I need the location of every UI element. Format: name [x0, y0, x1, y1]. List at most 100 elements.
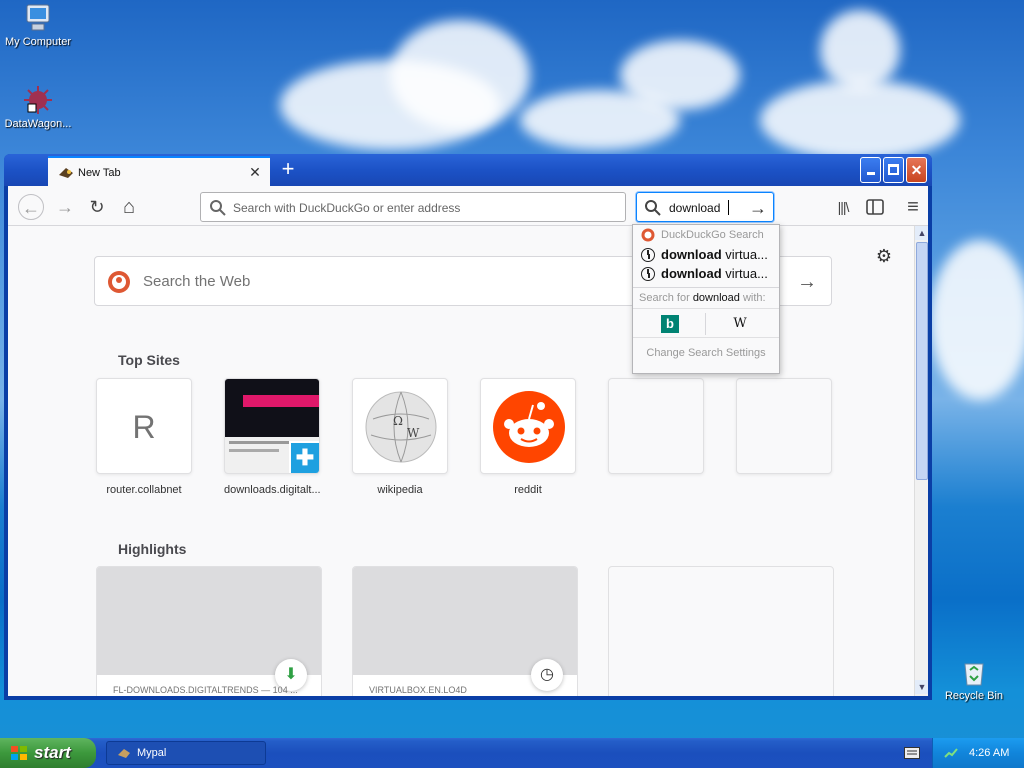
search-input-value: download: [669, 201, 721, 215]
home-button[interactable]: ⌂: [116, 194, 142, 220]
thumb-line: [229, 441, 289, 444]
taskbar-item-mypal[interactable]: Mypal: [106, 741, 266, 765]
top-site-thumbnail: ✚: [224, 378, 320, 474]
search-engine-row: b W: [633, 308, 779, 338]
wikipedia-engine-icon[interactable]: W: [731, 315, 749, 333]
dropdown-header: DuckDuckGo Search: [633, 225, 779, 245]
top-site-label: wikipedia: [377, 484, 423, 496]
thumb-header: [225, 379, 319, 437]
keyboard-icon[interactable]: [904, 747, 920, 759]
url-bar[interactable]: Search with DuckDuckGo or enter address: [200, 192, 626, 222]
sidebar-icon: [866, 199, 884, 215]
history-icon: [641, 267, 655, 281]
network-icon[interactable]: [943, 745, 959, 761]
top-site-tile[interactable]: ✚ downloads.digitalt...: [224, 378, 321, 496]
vertical-scrollbar[interactable]: ▲ ▼: [914, 226, 928, 696]
start-button[interactable]: start: [0, 738, 96, 768]
title-bar[interactable]: New Tab ✕ + ✕: [4, 154, 932, 188]
scroll-thumb[interactable]: [916, 242, 928, 480]
gear-icon[interactable]: ⚙: [874, 246, 894, 266]
thumb-banner: [243, 395, 319, 407]
nav-toolbar: ← → ↻ ⌂ Search with DuckDuckGo or enter …: [8, 186, 928, 226]
close-button[interactable]: ✕: [906, 157, 927, 183]
highlights-title: Highlights: [118, 541, 187, 557]
suggestion-item[interactable]: download virtua...: [633, 245, 779, 264]
highlight-meta: FL-DOWNLOADS.DIGITALTRENDS — 104 ...: [113, 685, 298, 695]
system-tray: 4:26 AM: [932, 738, 1024, 768]
taskbar-item-label: Mypal: [137, 747, 167, 759]
search-go-button[interactable]: →: [747, 197, 769, 219]
wikipedia-icon: Ω W: [365, 391, 437, 463]
start-label: start: [34, 743, 71, 762]
duckduckgo-icon: [108, 271, 130, 293]
reload-button[interactable]: ↻: [84, 194, 110, 220]
top-site-tile[interactable]: reddit: [480, 378, 576, 496]
minimize-icon: [866, 172, 875, 175]
divider: [633, 287, 779, 288]
search-for-term: download: [692, 292, 740, 304]
search-for-suffix: with:: [739, 292, 766, 304]
scroll-up-arrow[interactable]: ▲: [915, 226, 928, 240]
svg-text:W: W: [407, 426, 420, 440]
sidebar-button[interactable]: [862, 194, 888, 220]
top-site-tile[interactable]: Ω W wikipedia: [352, 378, 448, 496]
new-tab-button[interactable]: +: [276, 158, 300, 182]
bing-icon[interactable]: b: [661, 315, 679, 333]
text-cursor: [728, 200, 729, 215]
site-letter: R: [132, 409, 156, 445]
windows-flag-icon: [11, 746, 27, 760]
search-for-label: Search for download with:: [633, 292, 779, 308]
highlight-card[interactable]: ◷ VIRTUALBOX.EN.LO4D: [352, 566, 578, 696]
clock-icon: ◷: [531, 659, 563, 691]
tab-close-button[interactable]: ✕: [246, 163, 264, 181]
recycle-bin-icon[interactable]: Recycle Bin: [934, 656, 1014, 702]
highlight-card[interactable]: ⬇ FL-DOWNLOADS.DIGITALTRENDS — 104 ...: [96, 566, 322, 696]
duckduckgo-icon: [641, 228, 655, 242]
search-icon: [645, 200, 661, 216]
top-sites-title: Top Sites: [118, 352, 180, 368]
change-search-settings[interactable]: Change Search Settings: [633, 338, 779, 366]
mypal-icon: [59, 168, 73, 178]
plus-icon: ✚: [295, 445, 315, 470]
forward-button[interactable]: →: [52, 194, 78, 220]
top-site-thumbnail: R: [96, 378, 192, 474]
thumb-logo: ✚: [289, 441, 319, 473]
top-site-label: router.collabnet: [106, 484, 182, 496]
history-icon: [641, 248, 655, 262]
suggestion-rest: virtua...: [721, 266, 768, 281]
new-tab-page: ⚙ Search the Web → Top Sites R router.co…: [8, 226, 928, 696]
menu-button[interactable]: ≡: [900, 194, 926, 220]
recycle-bin-glyph: [964, 663, 984, 686]
virus-icon: [24, 86, 52, 114]
dropdown-header-label: DuckDuckGo Search: [661, 229, 764, 241]
suggestion-item[interactable]: download virtua...: [633, 264, 779, 283]
tab-new-tab[interactable]: New Tab ✕: [48, 156, 270, 188]
maximize-button[interactable]: [883, 157, 904, 183]
top-site-placeholder: [608, 378, 704, 474]
url-placeholder: Search with DuckDuckGo or enter address: [233, 201, 461, 215]
datawagon-icon[interactable]: DataWagon...: [0, 84, 78, 130]
web-search-go-button[interactable]: →: [795, 270, 819, 294]
library-button[interactable]: |||\: [830, 194, 856, 220]
minimize-button[interactable]: [860, 157, 881, 183]
close-icon: ✕: [910, 162, 923, 178]
scroll-down-arrow[interactable]: ▼: [915, 680, 928, 694]
back-button[interactable]: ←: [18, 194, 44, 220]
top-site-placeholder: [736, 378, 832, 474]
top-site-empty[interactable]: [736, 378, 832, 474]
top-site-thumbnail: Ω W: [352, 378, 448, 474]
suggestion-rest: virtua...: [721, 247, 768, 262]
top-site-tile[interactable]: R router.collabnet: [96, 378, 192, 496]
highlight-placeholder: [608, 566, 834, 696]
web-search-placeholder: Search the Web: [143, 273, 251, 290]
highlight-meta: VIRTUALBOX.EN.LO4D: [369, 685, 467, 695]
my-computer-icon[interactable]: My Computer: [0, 2, 78, 48]
search-for-prefix: Search for: [639, 292, 693, 304]
search-bar[interactable]: download →: [636, 192, 774, 222]
datawagon-label: DataWagon...: [4, 118, 72, 130]
mypal-icon: [118, 749, 130, 758]
computer-icon: [26, 4, 50, 31]
maximize-icon: [888, 164, 899, 175]
suggestion-bold: download: [661, 247, 722, 262]
top-site-empty[interactable]: [608, 378, 704, 474]
